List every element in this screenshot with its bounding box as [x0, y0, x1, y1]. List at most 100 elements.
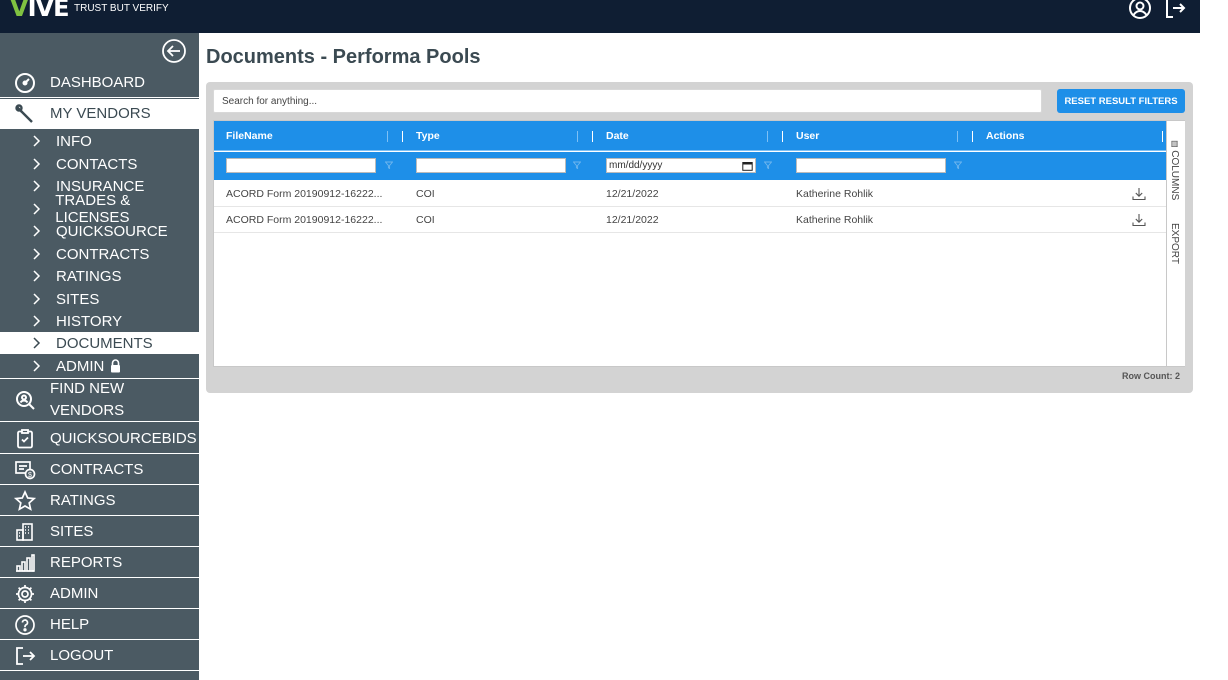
nav-logout[interactable]: LOGOUT — [0, 641, 199, 671]
user-filter-input[interactable] — [796, 158, 946, 173]
subnav-label: SITES — [56, 290, 100, 308]
nav-admin[interactable]: ADMIN — [0, 579, 199, 609]
column-resize-handle[interactable] — [782, 131, 783, 142]
column-resize-handle[interactable] — [402, 131, 403, 142]
subnav-history[interactable]: HISTORY — [0, 310, 199, 332]
reset-filters-button[interactable]: RESET RESULT FILTERS — [1057, 89, 1185, 113]
side-tool-panel: ▥ COLUMNS EXPORT — [1166, 121, 1185, 366]
date-filter-input[interactable]: mm/dd/yyyy — [606, 158, 756, 173]
subnav-info[interactable]: INFO — [0, 130, 199, 152]
column-resize-handle[interactable] — [972, 131, 973, 142]
chevron-right-icon — [32, 293, 44, 305]
chevron-right-icon — [32, 158, 44, 170]
search-person-icon — [13, 388, 37, 412]
nav-quicksourcebids[interactable]: QUICKSOURCEBIDS — [0, 424, 199, 454]
type-filter-input[interactable] — [416, 158, 566, 173]
download-icon[interactable] — [1131, 186, 1147, 202]
logo: V IVE — [10, 0, 69, 22]
filter-icon[interactable] — [385, 161, 393, 169]
chevron-right-icon — [32, 180, 44, 192]
cell-user: Katherine Rohlik — [796, 214, 874, 226]
logo-v: V — [10, 0, 29, 22]
grid-header: FileName Type Date User Actions — [214, 121, 1166, 151]
filename-filter-input[interactable] — [226, 158, 376, 173]
column-resize-handle[interactable] — [592, 131, 593, 142]
column-resize-handle[interactable] — [1162, 131, 1163, 142]
download-icon[interactable] — [1131, 212, 1147, 228]
date-placeholder: mm/dd/yyyy — [609, 160, 663, 171]
export-tab[interactable]: EXPORT — [1169, 223, 1180, 264]
subnav-documents[interactable]: DOCUMENTS — [0, 332, 199, 354]
calendar-icon[interactable] — [742, 161, 753, 171]
cell-date: 12/21/2022 — [606, 188, 659, 200]
collapse-arrow-icon[interactable] — [161, 38, 187, 64]
nav-label: DASHBOARD — [50, 74, 146, 91]
column-separator — [387, 131, 388, 142]
nav-sites[interactable]: SITES — [0, 517, 199, 547]
chevron-right-icon — [32, 248, 44, 260]
subnav-label: CONTACTS — [56, 155, 138, 173]
chevron-right-icon — [32, 337, 44, 349]
cell-type: COI — [416, 214, 435, 226]
nav-label: CONTRACTS — [50, 461, 144, 478]
subnav-label: QUICKSOURCE — [56, 222, 168, 240]
nav-label-line2: VENDORS — [50, 402, 125, 419]
search-input[interactable] — [213, 89, 1042, 113]
subnav-contracts[interactable]: CONTRACTS — [0, 243, 199, 265]
column-header-filename[interactable]: FileName — [226, 121, 273, 151]
subnav-label: CONTRACTS — [56, 245, 150, 263]
subnav-ratings[interactable]: RATINGS — [0, 265, 199, 287]
logout-icon — [13, 644, 37, 668]
column-header-user[interactable]: User — [796, 121, 819, 151]
column-header-type[interactable]: Type — [416, 121, 440, 151]
export-tab-label: EXPORT — [1169, 223, 1180, 264]
sidebar: DASHBOARD MY VENDORS INFO CONTACTS INSUR… — [0, 33, 199, 680]
nav-label-line1: FIND NEW — [50, 380, 125, 397]
subnav-trades-licenses[interactable]: TRADES & LICENSES — [0, 192, 199, 226]
subnav-contacts[interactable]: CONTACTS — [0, 153, 199, 175]
nav-label: HELP — [50, 616, 90, 633]
contract-icon: $ — [13, 458, 37, 482]
nav-label: QUICKSOURCEBIDS — [50, 430, 197, 447]
nav-help[interactable]: HELP — [0, 610, 199, 640]
subnav-admin[interactable]: ADMIN — [0, 355, 199, 377]
filter-row: mm/dd/yyyy — [214, 152, 1166, 180]
nav-label: SITES — [50, 523, 94, 540]
table-row[interactable]: ACORD Form 20190912-16222... COI 12/21/2… — [214, 181, 1166, 207]
column-header-date[interactable]: Date — [606, 121, 629, 151]
documents-grid: FileName Type Date User Actions mm/dd/yy… — [213, 120, 1185, 367]
columns-icon: ▥ — [1170, 139, 1179, 151]
nav-my-vendors[interactable]: MY VENDORS — [0, 99, 199, 129]
subnav-label: ADMIN — [56, 357, 105, 375]
columns-tab[interactable]: ▥ COLUMNS — [1169, 139, 1180, 200]
chevron-right-icon — [32, 225, 44, 237]
user-circle-icon[interactable] — [1128, 0, 1152, 20]
chevron-right-icon — [32, 203, 43, 215]
filter-icon[interactable] — [573, 161, 581, 169]
nav-ratings[interactable]: RATINGS — [0, 486, 199, 516]
subnav-label: INFO — [56, 132, 92, 150]
nav-reports[interactable]: REPORTS — [0, 548, 199, 578]
filter-icon[interactable] — [954, 161, 962, 169]
subnav-label: RATINGS — [56, 267, 122, 285]
gauge-icon — [13, 71, 37, 95]
cell-filename: ACORD Form 20190912-16222... — [226, 188, 383, 200]
filter-icon[interactable] — [764, 161, 772, 169]
svg-text:$: $ — [28, 472, 32, 479]
subnav-sites[interactable]: SITES — [0, 288, 199, 310]
help-icon — [13, 613, 37, 637]
column-separator — [957, 131, 958, 142]
chevron-right-icon — [32, 270, 44, 282]
nav-label: LOGOUT — [50, 647, 114, 664]
nav-label: RATINGS — [50, 492, 116, 509]
nav-label: MY VENDORS — [50, 105, 151, 122]
nav-dashboard[interactable]: DASHBOARD — [0, 68, 199, 98]
bar-chart-icon — [13, 551, 37, 575]
nav-contracts[interactable]: $ CONTRACTS — [0, 455, 199, 485]
tagline: TRUST BUT VERIFY — [74, 3, 169, 14]
column-header-actions[interactable]: Actions — [986, 121, 1025, 151]
nav-find-new-vendors[interactable]: FIND NEW VENDORS — [0, 378, 199, 422]
subnav-quicksource[interactable]: QUICKSOURCE — [0, 220, 199, 242]
logout-icon[interactable] — [1163, 0, 1187, 20]
table-row[interactable]: ACORD Form 20190912-16222... COI 12/21/2… — [214, 207, 1166, 233]
